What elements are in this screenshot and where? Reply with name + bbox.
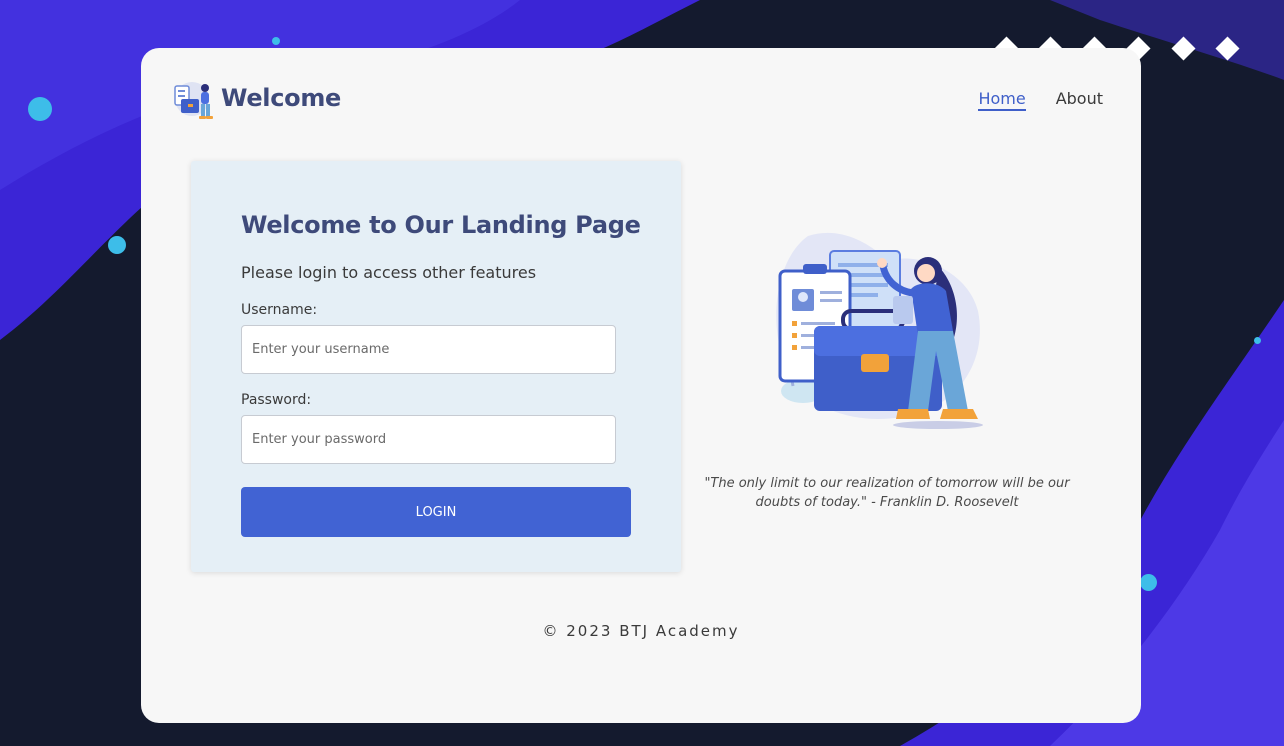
password-label: Password: bbox=[241, 392, 312, 408]
woman-with-briefcase-illustration bbox=[776, 232, 983, 429]
username-label: Username: bbox=[241, 302, 318, 318]
login-subtitle: Please login to access other features bbox=[241, 263, 537, 282]
decor-dot bbox=[1140, 574, 1157, 591]
brand-title: Welcome bbox=[221, 84, 342, 112]
briefcase-woman-logo-icon bbox=[174, 82, 213, 119]
login-panel: Welcome to Our Landing Page Please login… bbox=[191, 161, 681, 572]
password-input[interactable] bbox=[241, 415, 616, 464]
decor-dot bbox=[108, 236, 126, 254]
username-input[interactable] bbox=[241, 325, 616, 374]
nav-about-link[interactable]: About bbox=[1056, 89, 1103, 111]
decor-dot bbox=[272, 37, 280, 45]
footer-copyright: © 2023 BTJ Academy bbox=[542, 622, 740, 640]
decor-dot bbox=[1254, 337, 1261, 344]
main-card: Welcome Home About Welcome to Our Landin… bbox=[141, 48, 1141, 723]
quote-text: "The only limit to our realization of to… bbox=[704, 476, 1070, 510]
login-title: Welcome to Our Landing Page bbox=[241, 211, 641, 239]
login-button[interactable]: LOGIN bbox=[241, 487, 631, 537]
decor-dot bbox=[28, 97, 52, 121]
nav-home-link[interactable]: Home bbox=[978, 89, 1026, 111]
top-nav: Home About bbox=[978, 89, 1103, 111]
